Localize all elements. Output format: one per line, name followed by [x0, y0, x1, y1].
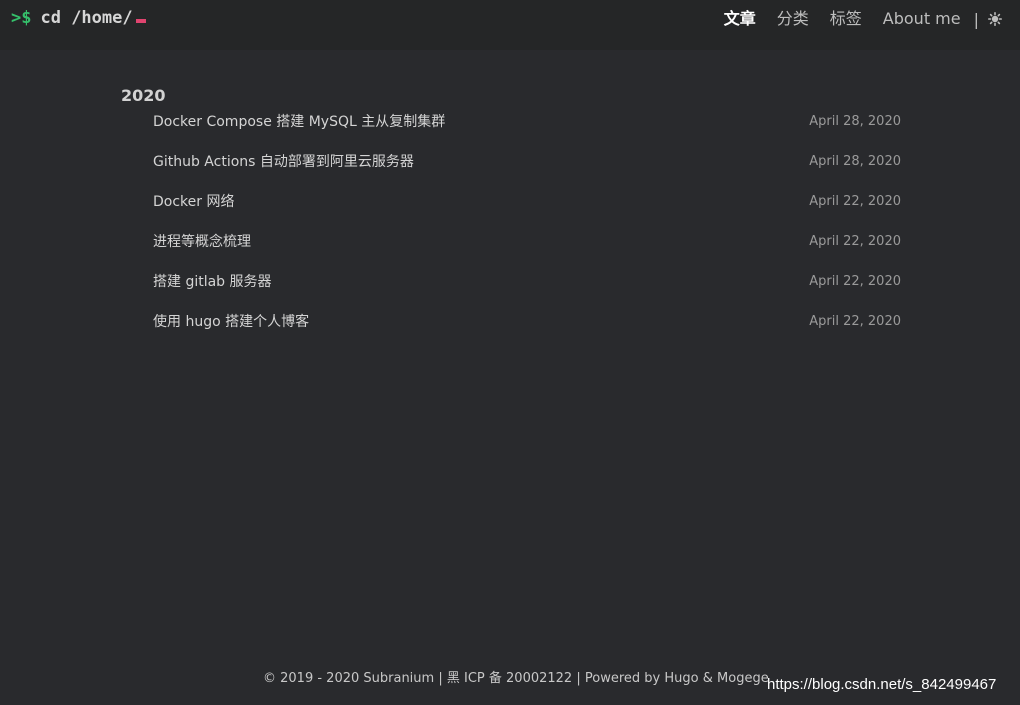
post-date: April 22, 2020	[809, 194, 901, 209]
list-item: Github Actions 自动部署到阿里云服务器 April 28, 202…	[153, 144, 901, 184]
post-title-link[interactable]: Docker 网络	[153, 193, 234, 211]
logo-cursor	[135, 19, 146, 23]
footer-powered-by: Powered by	[584, 671, 661, 686]
theme-toggle-icon[interactable]	[988, 12, 1002, 26]
post-date: April 22, 2020	[809, 234, 901, 249]
logo-prompt: >$	[11, 8, 32, 28]
nav-item-categories[interactable]: 分类	[777, 9, 809, 29]
list-item: 进程等概念梳理 April 22, 2020	[153, 224, 901, 264]
site-footer: © 2019 - 2020 Subranium | 黑 ICP 备 200021…	[263, 670, 769, 688]
footer-separator: |	[576, 671, 581, 686]
site-header: >$ cd /home/ 文章 分类 标签 About me |	[0, 0, 1020, 50]
nav-separator: |	[973, 9, 979, 29]
footer-ampersand: &	[702, 671, 713, 686]
nav-item-about[interactable]: About me	[883, 9, 961, 29]
footer-copyright: © 2019 - 2020 Subranium	[263, 671, 435, 686]
watermark-url: https://blog.csdn.net/s_842499467	[767, 676, 997, 693]
list-item: 搭建 gitlab 服务器 April 22, 2020	[153, 264, 901, 304]
post-date: April 22, 2020	[809, 274, 901, 289]
footer-separator: |	[438, 671, 443, 686]
post-date: April 22, 2020	[809, 314, 901, 329]
main-nav: 文章 分类 标签 About me |	[703, 9, 1002, 29]
post-title-link[interactable]: 进程等概念梳理	[153, 233, 251, 251]
list-item: Docker Compose 搭建 MySQL 主从复制集群 April 28,…	[153, 104, 901, 144]
list-item: 使用 hugo 搭建个人博客 April 22, 2020	[153, 304, 901, 344]
post-date: April 28, 2020	[809, 154, 901, 169]
post-title-link[interactable]: 搭建 gitlab 服务器	[153, 273, 272, 291]
nav-item-tags[interactable]: 标签	[830, 9, 862, 29]
post-list: Docker Compose 搭建 MySQL 主从复制集群 April 28,…	[121, 104, 901, 344]
post-title-link[interactable]: Docker Compose 搭建 MySQL 主从复制集群	[153, 113, 445, 131]
footer-icp-link[interactable]: 黑 ICP 备 20002122	[447, 671, 572, 686]
post-title-link[interactable]: 使用 hugo 搭建个人博客	[153, 313, 309, 331]
footer-hugo-link[interactable]: Hugo	[664, 671, 698, 686]
archive-year: 2020	[121, 86, 166, 105]
site-logo[interactable]: >$ cd /home/	[11, 8, 146, 28]
footer-theme-link[interactable]: Mogege	[717, 671, 769, 686]
nav-item-articles[interactable]: 文章	[724, 9, 756, 29]
archive-main: 2020 Docker Compose 搭建 MySQL 主从复制集群 Apri…	[121, 86, 901, 344]
logo-command: cd /home/	[40, 8, 133, 28]
post-title-link[interactable]: Github Actions 自动部署到阿里云服务器	[153, 153, 414, 171]
list-item: Docker 网络 April 22, 2020	[153, 184, 901, 224]
post-date: April 28, 2020	[809, 114, 901, 129]
